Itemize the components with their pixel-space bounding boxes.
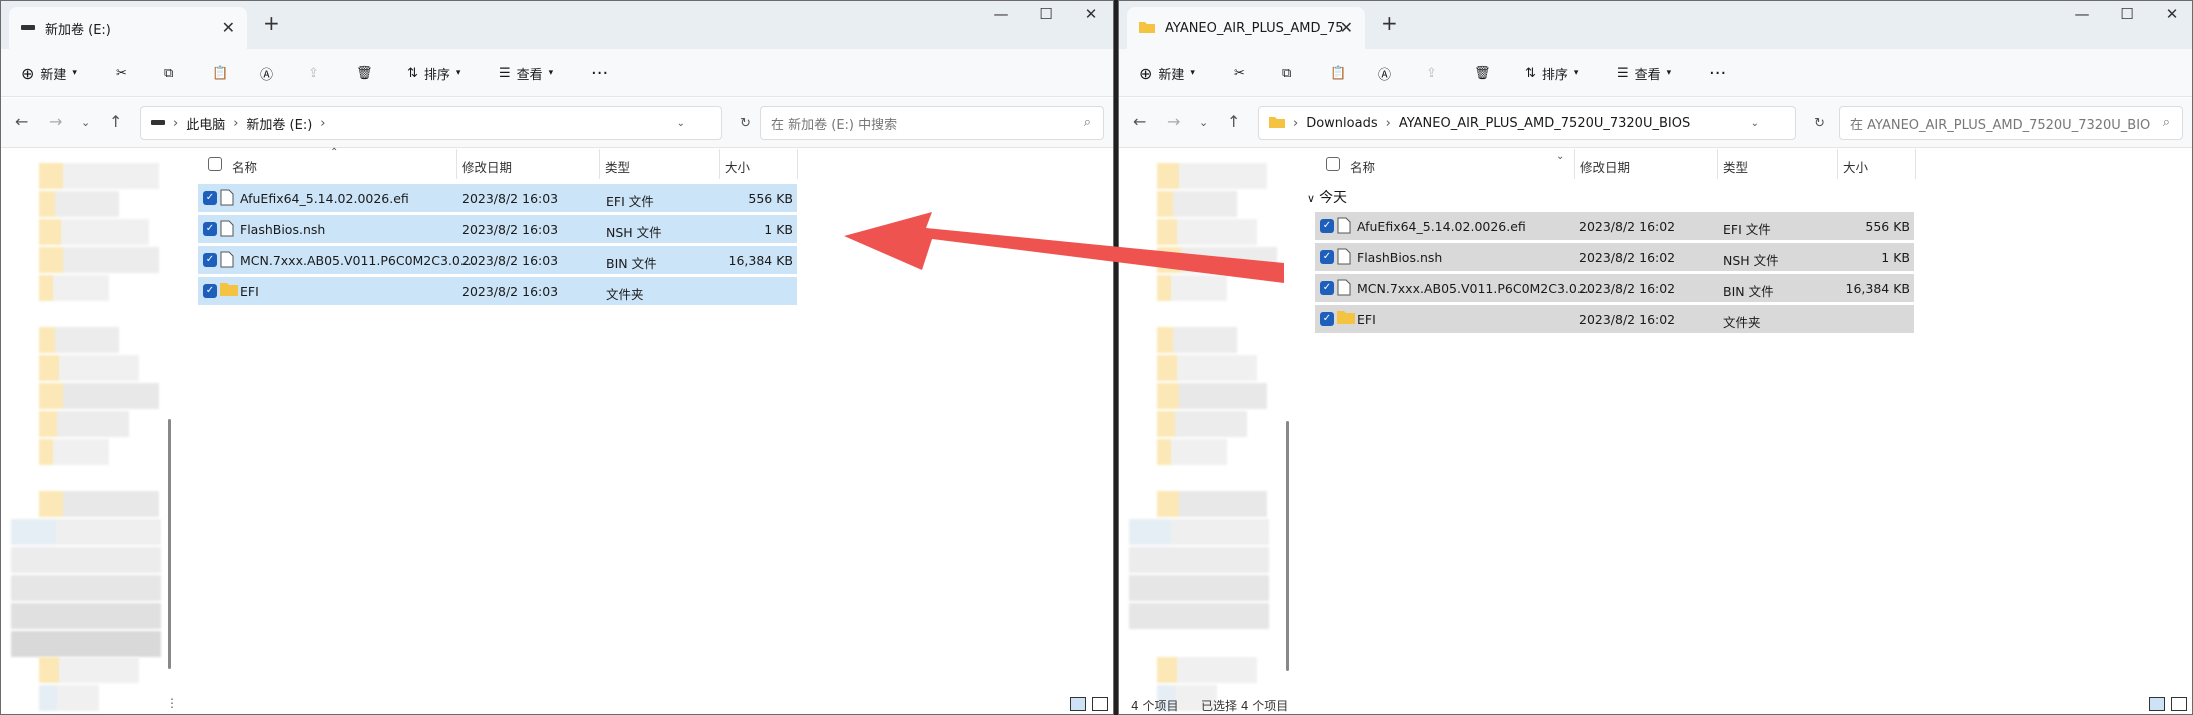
- drag-arrow: [844, 212, 1284, 283]
